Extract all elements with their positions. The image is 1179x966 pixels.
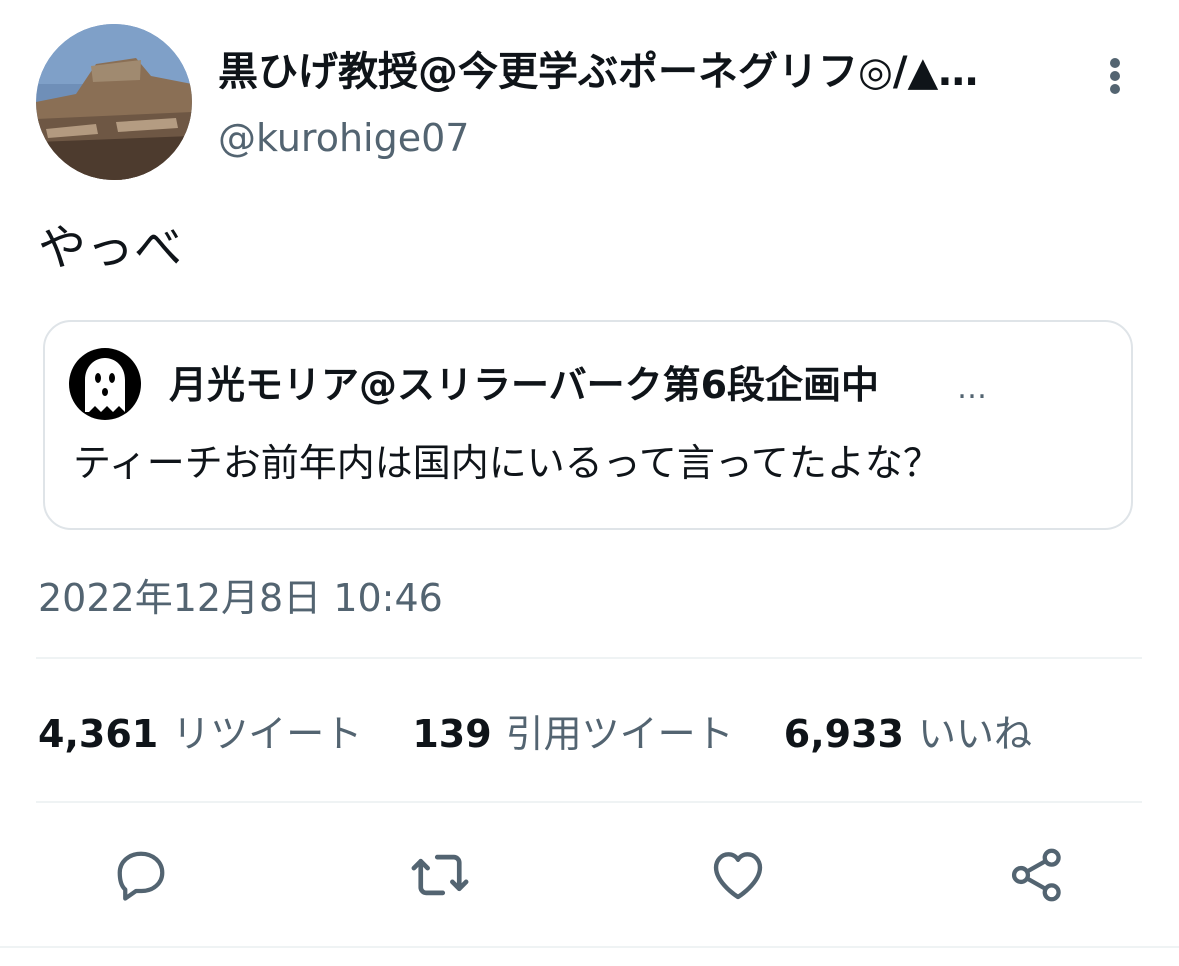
quote-stat[interactable]: 139 引用ツイート [412, 712, 745, 756]
retweet-stat[interactable]: 4,361 リツイート [38, 712, 374, 756]
more-options-button[interactable] [1098, 54, 1132, 98]
divider [36, 657, 1142, 659]
more-vertical-icon-dot [1110, 71, 1120, 81]
retweet-icon [411, 854, 469, 896]
quoted-author-avatar [69, 348, 141, 420]
author-avatar[interactable] [36, 24, 192, 180]
heart-icon [713, 852, 763, 900]
author-handle[interactable]: @kurohige07 [218, 112, 469, 164]
retweet-count: 4,361 [38, 712, 159, 756]
share-button[interactable] [1002, 840, 1072, 910]
like-count: 6,933 [783, 712, 904, 756]
retweet-label: リツイート [172, 712, 363, 756]
bottom-divider [0, 946, 1179, 948]
author-display-name[interactable]: 黒ひげ教授@今更学ぶポーネグリフ◎/▲… [218, 46, 1038, 98]
quoted-author-name: 月光モリア@スリラーバーク第6段企画中 [169, 363, 880, 407]
tweet-text: やっべ [38, 220, 183, 276]
quote-count: 139 [412, 712, 492, 756]
ghost-icon [69, 348, 141, 420]
like-label: いいね [917, 712, 1032, 756]
tweet-timestamp[interactable]: 2022年12月8日 10:46 [38, 572, 443, 624]
more-vertical-icon [1110, 58, 1120, 68]
reply-icon [117, 851, 165, 901]
share-icon [1011, 848, 1061, 902]
tweet-stats: 4,361 リツイート 139 引用ツイート 6,933 いいね [38, 708, 1070, 760]
reply-button[interactable] [106, 840, 176, 910]
quoted-name-ellipsis: … [957, 371, 987, 406]
like-button[interactable] [703, 840, 773, 910]
retweet-button[interactable] [405, 840, 475, 910]
divider [36, 801, 1142, 803]
more-vertical-icon-dot [1110, 84, 1120, 94]
quoted-tweet-text: ティーチお前年内は国内にいるって言ってたよな？ [73, 441, 941, 485]
avatar-image [36, 24, 192, 180]
like-stat[interactable]: 6,933 いいね [784, 712, 1032, 756]
quoted-tweet-card[interactable]: 月光モリア@スリラーバーク第6段企画中 … ティーチお前年内は国内にいるって言っ… [43, 320, 1133, 530]
quote-label: 引用ツイート [505, 712, 734, 756]
